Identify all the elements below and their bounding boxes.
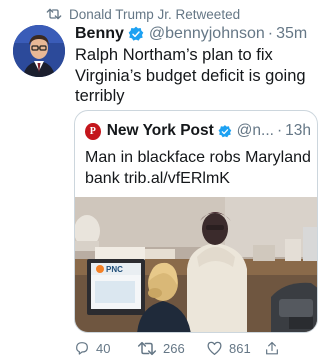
- retweet-count: 266: [163, 340, 185, 356]
- tweet-time[interactable]: 35m: [276, 25, 307, 43]
- quoted-tweet-text: Man in blackface robs Maryland bank trib…: [85, 149, 311, 187]
- reply-icon: [76, 342, 88, 355]
- like-count: 861: [229, 340, 251, 356]
- retweet-button[interactable]: 266: [137, 338, 185, 358]
- separator-dot: ·: [267, 25, 274, 42]
- share-button[interactable]: [264, 338, 280, 358]
- reply-button[interactable]: 40: [74, 338, 110, 358]
- retweet-label: Donald Trump Jr. Retweeted: [69, 6, 241, 22]
- separator-dot: ·: [276, 122, 283, 139]
- quoted-tweet-header: P New York Post @n... · 13h: [85, 120, 311, 142]
- nypost-logo-icon: P: [85, 122, 101, 140]
- quoted-tweet-image[interactable]: PNC: [75, 197, 317, 332]
- avatar[interactable]: [13, 25, 65, 77]
- heart-icon: [207, 341, 222, 356]
- quoted-author-handle: @n...: [236, 122, 274, 139]
- share-icon: [266, 341, 278, 354]
- quoted-tweet[interactable]: P New York Post @n... · 13h Man in black…: [74, 110, 318, 333]
- verified-badge-icon: [218, 124, 232, 137]
- retweet-icon: [137, 341, 157, 355]
- quoted-author-name: New York Post: [106, 122, 214, 139]
- quoted-tweet-time: 13h: [285, 122, 311, 139]
- retweet-icon: [46, 8, 62, 20]
- author-name[interactable]: Benny: [75, 25, 124, 43]
- retweet-context[interactable]: Donald Trump Jr. Retweeted: [46, 6, 240, 22]
- like-button[interactable]: 861: [206, 338, 251, 358]
- author-handle[interactable]: @bennyjohnson: [149, 25, 265, 43]
- tweet-header: Benny @bennyjohnson · 35m: [75, 24, 322, 44]
- tweet-actions: 40 266 861: [74, 338, 330, 358]
- reply-count: 40: [96, 340, 111, 356]
- tweet-text: Ralph Northam’s plan to fix Virginia’s b…: [75, 46, 306, 105]
- verified-badge-icon: [128, 26, 144, 41]
- monitor-pnc-text: PNC: [106, 265, 123, 274]
